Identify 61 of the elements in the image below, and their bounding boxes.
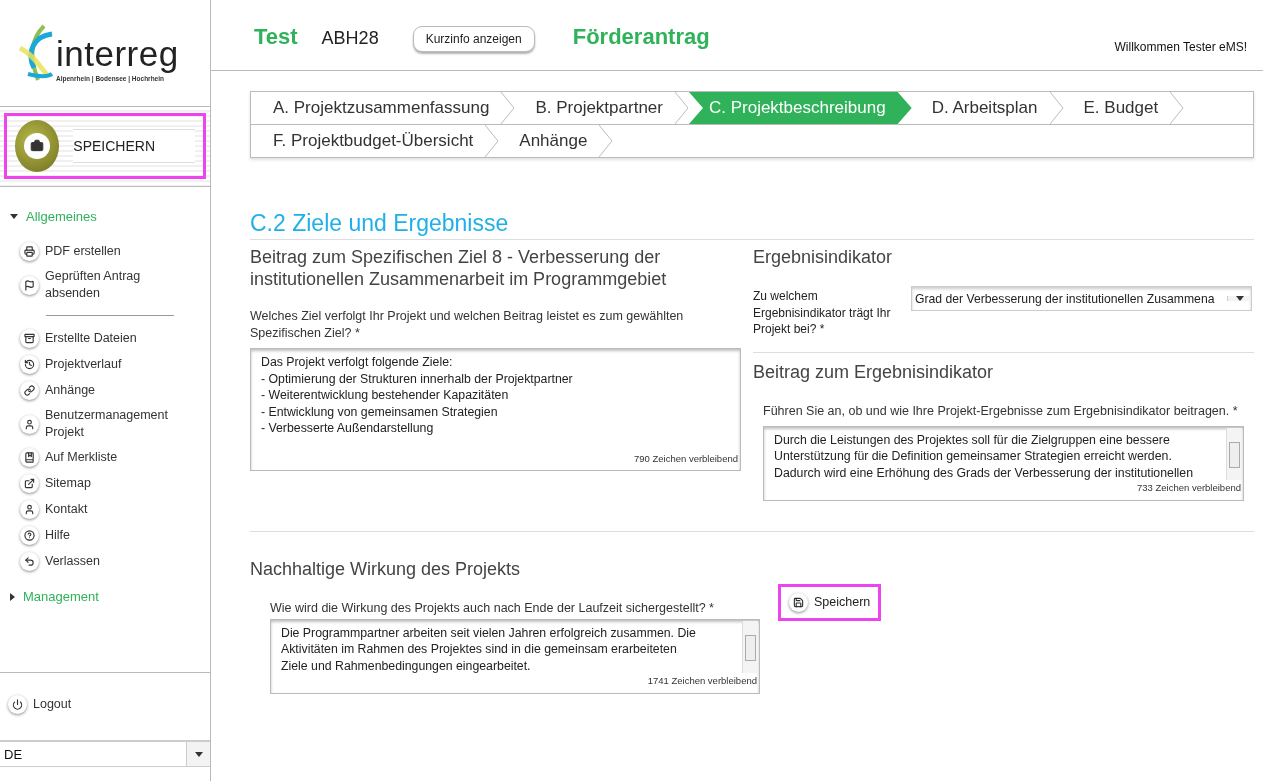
char-counter: 1741 Zeichen verbleibend [647, 674, 757, 688]
nav-item-icon [24, 246, 35, 257]
project-name: Test [254, 24, 298, 50]
question-label: Wie wird die Wirkung des Projekts auch nach Ende der Laufzeit sichergestellt? * [270, 599, 715, 617]
question-label: Welches Ziel verfolgt Ihr Projekt und welchen Beitrag leistet es zum gewählten Spezifischen Ziel? * [250, 308, 685, 342]
tab[interactable]: D. Arbeitsplan [911, 92, 1064, 124]
nav-item[interactable]: Verlassen [20, 552, 190, 571]
tab[interactable]: Anhänge [499, 125, 614, 157]
info-button[interactable]: Kurzinfo anzeigen [412, 26, 535, 52]
section-title: C.2 Ziele und Ergebnisse [250, 210, 1254, 240]
welcome-text: Willkommen Tester eMS! [1114, 40, 1247, 54]
nav-item[interactable]: Auf Merkliste [20, 448, 190, 467]
form-title: Förderantrag [572, 24, 710, 50]
section-heading: Ergebnisindikator [753, 246, 894, 268]
select-label: Zu welchem Ergebnisindikator trägt Ihr Projekt bei? * [753, 288, 892, 338]
tab[interactable]: A. Projektzusammenfassung [251, 92, 516, 124]
nav-item[interactable]: Anhänge [20, 381, 190, 400]
char-counter: 790 Zeichen verbleibend [633, 451, 738, 466]
logo-name: interreg [56, 36, 179, 71]
save-button[interactable]: Speichern [781, 586, 879, 618]
question-label: Führen Sie an, ob und wie Ihre Projekt-Ergebnisse zum Ergebnisindikator beitragen. * [763, 402, 1239, 420]
tab[interactable]: F. Projektbudget-Übersicht [251, 125, 500, 157]
nav-item-icon [24, 333, 35, 344]
nav-item[interactable]: Hilfe [20, 526, 190, 545]
text-area[interactable]: Durch die Leistungen des Projektes soll für die Zielgruppen eine bessere Unterstützung für die Definition gemeinsamer Strategien erreicht werden. Dadurch wird eine Erhöhung des Grads der Verbesserung der institutionellen 733 Zeichen verbleibend [763, 425, 1244, 501]
text-area[interactable]: Die Programmpartner arbeiten seit vielen Jahren erfolgreich zusammen. Die Aktivitäten im Rahmen des Projektes sind in die gemeinsam erarbeiteten Ziele und Rahmenbedingungen eingearbeitet. 1741 Zeichen verbleibend [270, 618, 760, 694]
tab[interactable]: E. Budget [1063, 92, 1185, 124]
nav-item-icon [24, 385, 35, 396]
nav-item-icon [24, 556, 35, 567]
logout-link[interactable]: Logout [8, 695, 178, 714]
text-area[interactable]: Das Projekt verfolgt folgende Ziele: - Optimierung der Strukturen innerhalb der Projektpartner - Weiterentwicklung bestehender Kapazitäten - Entwicklung von gemeinsamen Strategien - Verbesserte Außendarstellung 790 Zeichen verbleibend [250, 348, 741, 471]
section-heading: Nachhaltige Wirkung des Projekts [250, 557, 522, 580]
briefcase-icon [30, 139, 45, 153]
nav-item-icon [24, 504, 35, 515]
nav-item[interactable]: Benutzermanagement Projekt [20, 407, 190, 441]
nav-item[interactable]: Kontakt [20, 500, 190, 519]
section-heading: Beitrag zum Ergebnisindikator [753, 360, 995, 383]
scrollbar[interactable] [1226, 427, 1242, 480]
nav-item-icon [24, 478, 35, 489]
char-counter: 733 Zeichen verbleibend [1136, 481, 1241, 495]
save-icon [793, 596, 804, 608]
indicator-select[interactable]: Grad der Verbesserung der institutionellen Zusammena [911, 286, 1252, 311]
project-code: ABH28 [321, 28, 379, 49]
nav-item-icon [24, 530, 35, 541]
language-select[interactable]: DE [0, 740, 210, 767]
nav-item[interactable]: Erstellte Dateien [20, 329, 190, 348]
caret-icon [194, 751, 203, 757]
scrollbar[interactable] [742, 620, 758, 673]
nav-item[interactable]: Geprüften Antrag absenden [20, 268, 190, 302]
nav-item-icon [24, 418, 35, 430]
logo-icon [18, 24, 54, 82]
nav-item-icon [24, 279, 35, 291]
nav-item-icon [24, 359, 35, 370]
power-icon [12, 699, 23, 710]
nav-item[interactable]: Sitemap [20, 474, 190, 493]
nav-item-icon [24, 452, 35, 463]
caret-icon [1235, 296, 1244, 301]
tab[interactable]: B. Projektpartner [515, 92, 689, 124]
nav-item[interactable]: Projektverlauf [20, 355, 190, 374]
section-heading: Beitrag zum Spezifischen Ziel 8 - Verbesserung der institutionellen Zusammenarbeit im Programmgebiet [250, 246, 668, 290]
nav-item[interactable]: PDF erstellen [20, 242, 190, 261]
